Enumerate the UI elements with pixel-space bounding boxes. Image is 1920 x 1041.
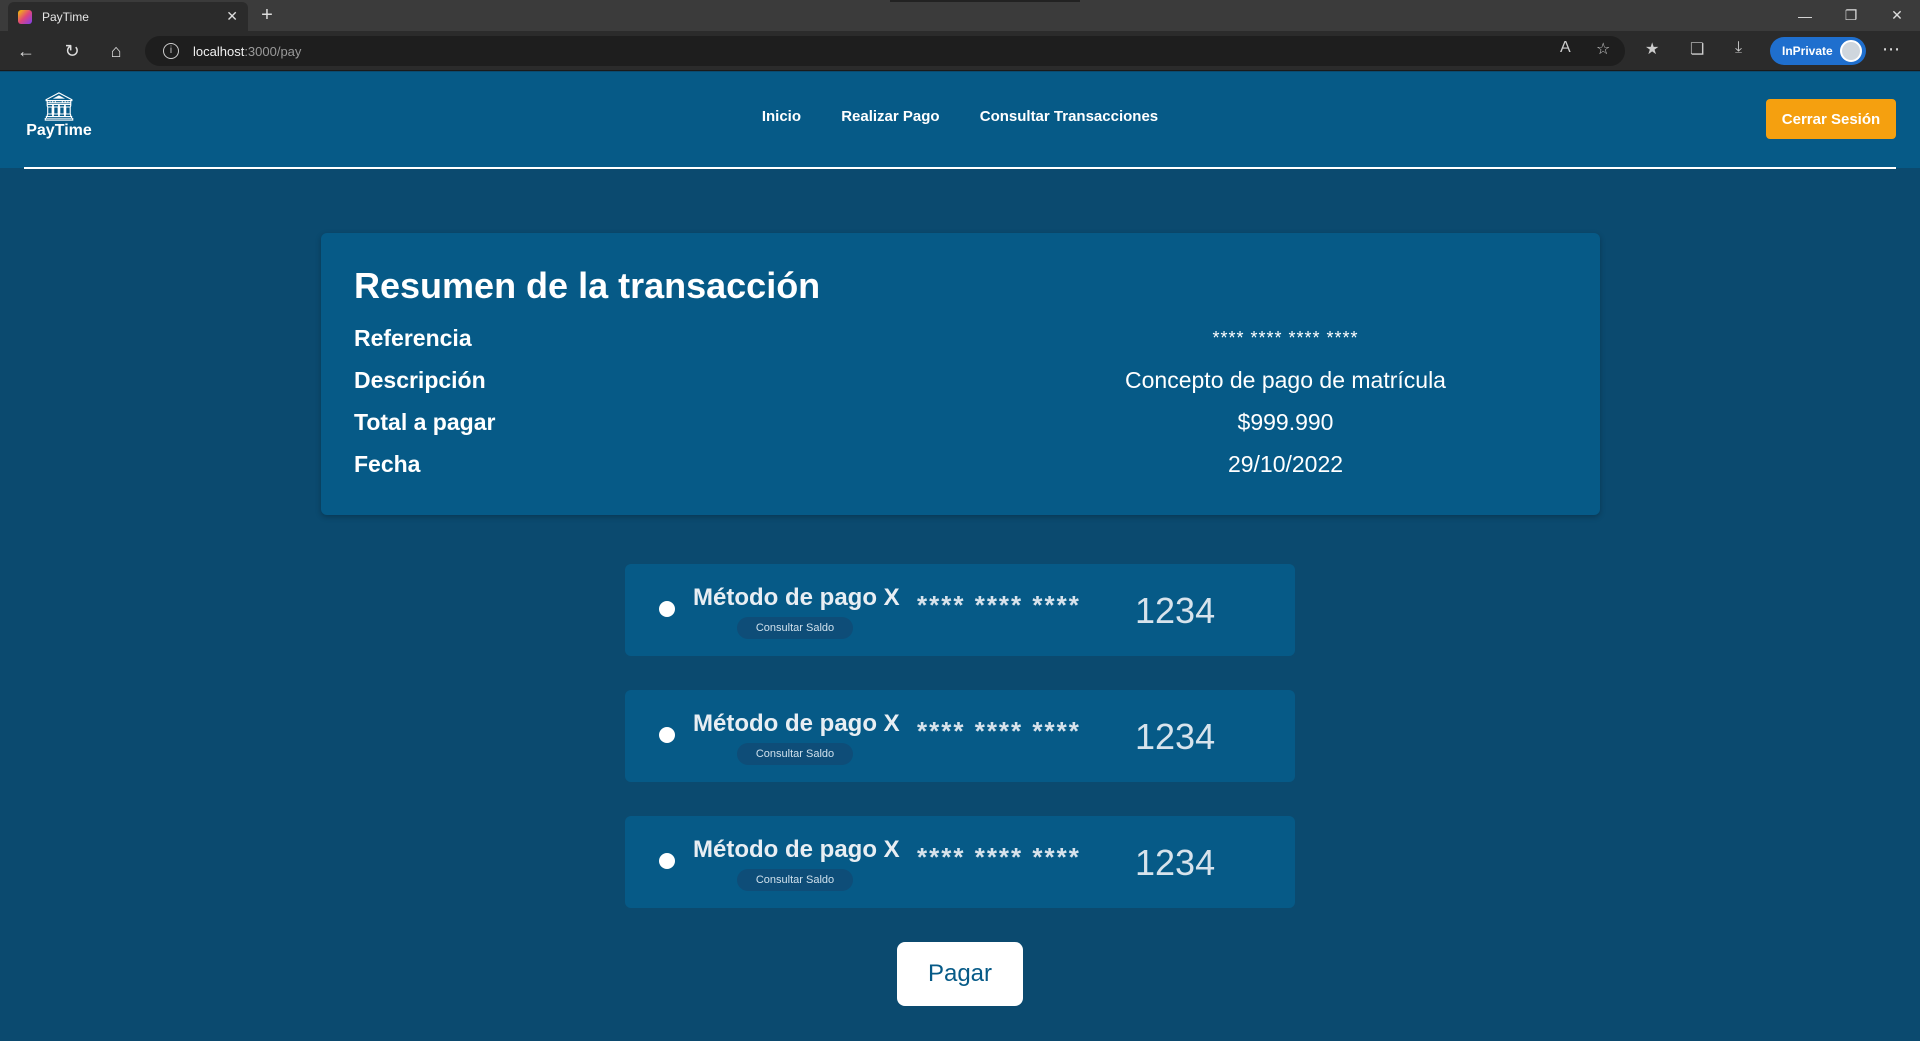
back-icon[interactable]: ← bbox=[14, 39, 38, 63]
check-balance-button[interactable]: Consultar Saldo bbox=[737, 869, 853, 891]
home-icon[interactable]: ⌂ bbox=[104, 39, 128, 63]
more-options-icon[interactable]: ⋯ bbox=[1882, 39, 1900, 60]
payment-method-option[interactable]: Método de pago X Consultar Saldo **** **… bbox=[625, 816, 1295, 908]
restore-icon[interactable]: ❐ bbox=[1828, 0, 1874, 31]
url-host: localhost bbox=[193, 43, 245, 59]
summary-row-total: Total a pagar $999.990 bbox=[354, 401, 1567, 443]
nav-inicio[interactable]: Inicio bbox=[762, 108, 801, 125]
window-drag-strip bbox=[890, 0, 1080, 2]
masked-card-number: **** **** **** bbox=[917, 716, 1081, 746]
url-path: :3000/pay bbox=[244, 43, 302, 59]
transaction-summary-card: Resumen de la transacción Referencia ***… bbox=[321, 233, 1600, 515]
browser-toolbar: ← ↻ ⌂ i localhost:3000/pay A ☆ ★ ❏ ⤓ InP… bbox=[0, 31, 1920, 71]
header-divider bbox=[24, 167, 1896, 169]
payment-method-radio[interactable] bbox=[659, 727, 675, 743]
date-label: Fecha bbox=[354, 450, 421, 477]
reference-value: **** **** **** **** bbox=[1212, 327, 1359, 348]
description-value: Concepto de pago de matrícula bbox=[1125, 366, 1446, 393]
profile-avatar bbox=[1840, 40, 1862, 62]
check-balance-button[interactable]: Consultar Saldo bbox=[737, 743, 853, 765]
collections-icon[interactable]: ❏ bbox=[1690, 39, 1704, 59]
payment-method-radio[interactable] bbox=[659, 601, 675, 617]
refresh-icon[interactable]: ↻ bbox=[60, 39, 84, 63]
payment-method-name: Método de pago X bbox=[693, 836, 900, 863]
date-value: 29/10/2022 bbox=[1227, 450, 1344, 477]
add-favorite-icon[interactable]: ☆ bbox=[1596, 39, 1610, 59]
payment-method-name: Método de pago X bbox=[693, 584, 900, 611]
description-label: Descripción bbox=[354, 366, 486, 393]
card-last-four: 1234 bbox=[1135, 590, 1216, 631]
total-value: $999.990 bbox=[1237, 408, 1334, 435]
summary-row-description: Descripción Concepto de pago de matrícul… bbox=[354, 359, 1567, 401]
card-last-four: 1234 bbox=[1135, 716, 1216, 757]
downloads-icon[interactable]: ⤓ bbox=[1735, 39, 1742, 57]
nav-consultar-transacciones[interactable]: Consultar Transacciones bbox=[980, 108, 1158, 125]
minimize-icon[interactable]: — bbox=[1782, 0, 1828, 31]
main-nav: Inicio Realizar Pago Consultar Transacci… bbox=[0, 108, 1920, 125]
new-tab-icon[interactable]: + bbox=[255, 4, 279, 27]
logout-button[interactable]: Cerrar Sesión bbox=[1766, 99, 1896, 139]
inprivate-badge[interactable]: InPrivate bbox=[1770, 37, 1866, 65]
close-window-icon[interactable]: ✕ bbox=[1874, 0, 1920, 31]
summary-title: Resumen de la transacción bbox=[354, 265, 821, 306]
check-balance-button[interactable]: Consultar Saldo bbox=[737, 617, 853, 639]
payment-method-radio[interactable] bbox=[659, 853, 675, 869]
app-header: 🏛 PayTime Inicio Realizar Pago Consultar… bbox=[0, 72, 1920, 168]
total-label: Total a pagar bbox=[354, 408, 496, 435]
payment-method-option[interactable]: Método de pago X Consultar Saldo **** **… bbox=[625, 690, 1295, 782]
browser-tab-bar: PayTime ✕ + — ❐ ✕ bbox=[0, 0, 1920, 31]
close-tab-icon[interactable]: ✕ bbox=[226, 8, 238, 25]
card-last-four: 1234 bbox=[1135, 842, 1216, 883]
read-aloud-icon[interactable]: A bbox=[1560, 39, 1571, 57]
inprivate-label: InPrivate bbox=[1782, 44, 1833, 58]
payment-method-option[interactable]: Método de pago X Consultar Saldo **** **… bbox=[625, 564, 1295, 656]
payment-method-name: Método de pago X bbox=[693, 710, 900, 737]
address-bar[interactable]: i localhost:3000/pay bbox=[145, 36, 1625, 66]
summary-row-date: Fecha 29/10/2022 bbox=[354, 443, 1567, 485]
favicon-icon bbox=[18, 9, 32, 24]
reference-label: Referencia bbox=[354, 324, 472, 351]
window-controls: — ❐ ✕ bbox=[1782, 0, 1920, 31]
masked-card-number: **** **** **** bbox=[917, 590, 1081, 620]
browser-tab[interactable]: PayTime ✕ bbox=[8, 2, 248, 31]
tab-title: PayTime bbox=[42, 9, 89, 24]
nav-realizar-pago[interactable]: Realizar Pago bbox=[841, 108, 939, 125]
summary-row-reference: Referencia **** **** **** **** bbox=[354, 317, 1567, 359]
favorites-icon[interactable]: ★ bbox=[1645, 39, 1659, 59]
pay-button[interactable]: Pagar bbox=[897, 942, 1023, 1006]
masked-card-number: **** **** **** bbox=[917, 842, 1081, 872]
site-info-icon[interactable]: i bbox=[163, 43, 179, 59]
